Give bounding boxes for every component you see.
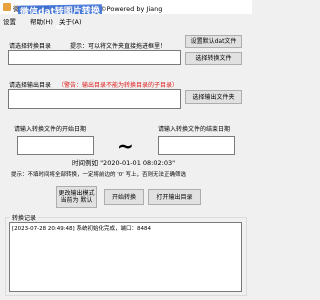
menu-about[interactable]: 关于(A) [59,16,82,26]
date-tip: 提示：不填时间将全部转换，一定将前边的 '0' 写上，否则无法正确筛选 [11,172,187,178]
output-mode-button[interactable]: 更改输出模式 当前为 默认 [56,186,97,208]
drag-hint: 提示：可以将文件夹直接拖进框里！ [70,43,167,50]
date-range-separator: ~ [117,134,134,158]
date-example: 时间例如 "2020-01-01 08:02:03" [72,159,176,167]
output-path-input[interactable] [8,89,181,109]
log-title: 转换记录 [10,213,39,222]
output-warning: （警告：输出目录不能为转换目录的子目录） [58,82,179,89]
end-date-label: 请输入转换文件的结束日期 [158,126,231,133]
select-source-button[interactable]: 选择转换文件 [185,52,242,65]
log-textarea[interactable]: [2023-07-28 20:49:48] 系统初始化完成，端口：8484 [9,222,242,292]
menu-bar: 设置 帮助(H) 关于(A) [0,14,252,26]
output-label: 请选择输出目录 [9,82,52,89]
start-convert-button[interactable]: 开始转换 [104,189,144,205]
start-date-input[interactable] [17,136,94,155]
select-output-button[interactable]: 选择输出文件夹 [185,90,242,104]
end-date-input[interactable] [158,136,235,155]
app-window: 微信dat转图片转换器 v1.3.3 ©Powered by Jiang 微信d… [0,0,252,300]
start-date-label: 请输入转换文件的开始日期 [14,126,87,133]
open-output-dir-button[interactable]: 打开输出目录 [148,189,201,205]
source-label: 请选择转换目录 [9,43,52,50]
app-icon [3,3,11,11]
menu-help[interactable]: 帮助(H) [30,16,53,26]
log-line: [2023-07-28 20:49:48] 系统初始化完成，端口：8484 [12,226,151,232]
source-path-input[interactable] [8,50,181,65]
set-default-dat-button[interactable]: 设置默认dat文件 [185,35,242,48]
menu-settings[interactable]: 设置 [3,16,16,26]
